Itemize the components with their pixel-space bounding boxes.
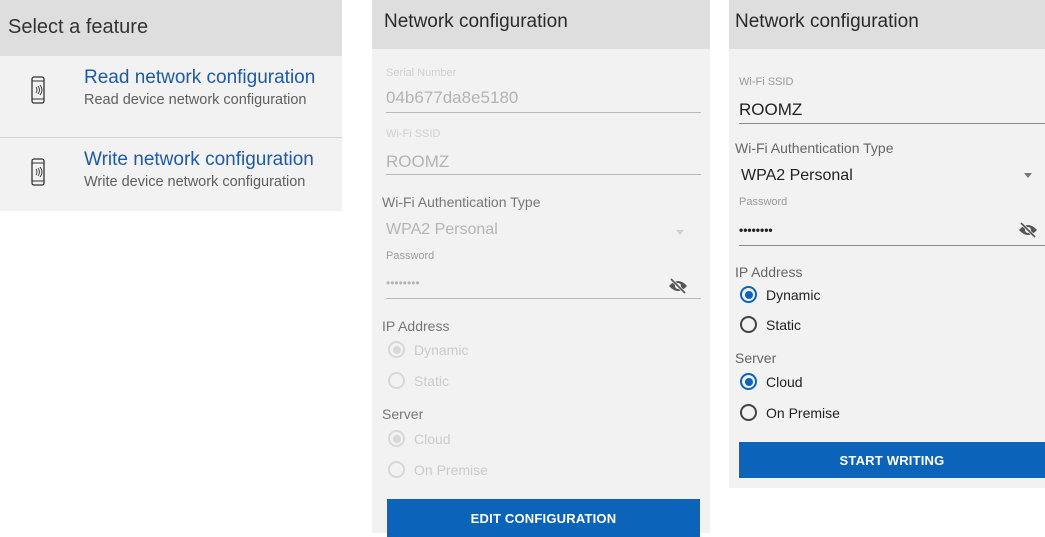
edit-configuration-button[interactable]: EDIT CONFIGURATION (387, 499, 700, 537)
auth-type-select: WPA2 Personal (386, 221, 498, 238)
feature-subtitle: Read device network configuration (84, 92, 307, 108)
auth-type-select[interactable]: WPA2 Personal (741, 167, 853, 185)
read-config-screen: Network configuration Serial Number 04b6… (372, 0, 710, 537)
chevron-down-icon[interactable] (1024, 173, 1032, 178)
radio-button-checked (388, 341, 405, 358)
radio-button-checked[interactable] (740, 286, 757, 303)
password-underline (739, 245, 1045, 246)
ssid-label: Wi-Fi SSID (739, 76, 794, 88)
radio-label: On Premise (766, 404, 840, 421)
password-field: •••••••• (386, 276, 420, 290)
radio-button[interactable] (740, 404, 757, 421)
page-title: Network configuration (384, 11, 568, 32)
page-title: Select a feature (8, 16, 149, 38)
radio-ip-static: Static (388, 372, 449, 389)
radio-label: Dynamic (766, 286, 821, 303)
ssid-underline (386, 174, 701, 175)
server-label: Server (735, 350, 777, 366)
feature-title: Read network configuration (84, 67, 316, 88)
password-label: Password (739, 196, 788, 208)
feature-select-screen: Select a feature Read network configurat… (0, 0, 342, 211)
write-config-screen: Network configuration Wi-Fi SSID ROOMZ W… (729, 0, 1045, 488)
chevron-down-icon (676, 230, 684, 235)
feature-item-write[interactable]: Write network configuration Write device… (0, 138, 342, 208)
ssid-field[interactable]: ROOMZ (739, 100, 802, 120)
radio-button-checked (388, 430, 405, 447)
radio-ip-static[interactable]: Static (740, 316, 801, 333)
feature-select-header: Select a feature (0, 0, 342, 56)
visibility-off-icon (669, 278, 687, 294)
page-title: Network configuration (735, 11, 919, 32)
serial-number-value: 04b677da8e5180 (386, 88, 519, 107)
radio-ip-dynamic: Dynamic (388, 341, 468, 358)
write-config-header: Network configuration (729, 0, 1045, 49)
radio-server-cloud[interactable]: Cloud (740, 373, 803, 390)
radio-ip-dynamic[interactable]: Dynamic (740, 286, 820, 303)
serial-number-underline (386, 112, 701, 113)
radio-button[interactable] (740, 316, 757, 333)
feature-item-read[interactable]: Read network configuration Read device n… (0, 56, 342, 126)
radio-button (388, 372, 405, 389)
nfc-phone-icon (31, 76, 45, 104)
visibility-off-icon[interactable] (1018, 222, 1038, 238)
password-label: Password (386, 250, 435, 262)
serial-number-label: Serial Number (386, 67, 457, 79)
read-config-header: Network configuration (372, 0, 710, 49)
feature-subtitle: Write device network configuration (84, 174, 306, 190)
password-underline (386, 298, 701, 299)
ip-address-label: IP Address (735, 264, 803, 280)
ssid-label: Wi-Fi SSID (386, 128, 441, 140)
feature-title: Write network configuration (84, 149, 314, 170)
radio-button (388, 461, 405, 478)
radio-label: Static (766, 316, 802, 333)
radio-button-checked[interactable] (740, 373, 757, 390)
ssid-underline (739, 123, 1045, 124)
radio-server-on-premise: On Premise (388, 461, 488, 478)
password-field[interactable]: •••••••• (739, 223, 773, 237)
radio-label: On Premise (414, 461, 488, 478)
radio-label: Cloud (766, 373, 803, 390)
auth-type-label: Wi-Fi Authentication Type (735, 140, 894, 156)
ip-address-label: IP Address (382, 318, 450, 334)
auth-type-label: Wi-Fi Authentication Type (382, 194, 541, 210)
radio-label: Static (414, 372, 450, 389)
server-label: Server (382, 406, 424, 422)
radio-server-cloud: Cloud (388, 430, 451, 447)
radio-label: Cloud (414, 430, 451, 447)
ssid-field: ROOMZ (386, 152, 450, 171)
nfc-phone-icon (31, 158, 45, 186)
start-writing-button[interactable]: START WRITING (739, 442, 1045, 478)
radio-label: Dynamic (414, 341, 469, 358)
radio-server-on-premise[interactable]: On Premise (740, 404, 840, 421)
